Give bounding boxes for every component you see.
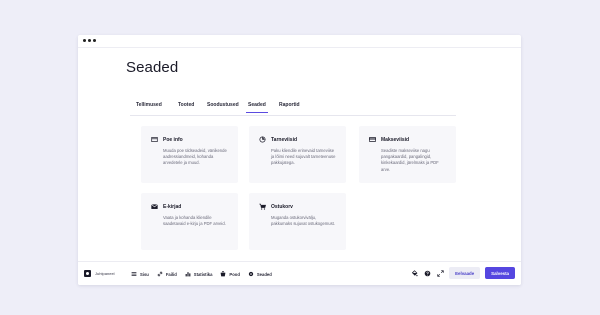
cart-icon (259, 203, 266, 210)
card-description: Paku kliendile erinevaid tarneviise ja l… (271, 148, 336, 166)
logo-icon (84, 270, 91, 277)
page-title: Seaded (126, 59, 179, 76)
nav-item-files[interactable]: Failid (157, 271, 177, 277)
settings-card-store-info[interactable]: Poe info Muuda poe üldseadeid, vänikende… (141, 126, 238, 183)
expand-icon (436, 269, 444, 277)
dashboard-label: Juhtpaneel (95, 271, 115, 276)
tab-tellimused[interactable]: Tellimused (136, 102, 162, 112)
card-description: Muganda ostukorvivälju, pakkumaks sujuva… (271, 215, 336, 227)
nav-label: Sisu (140, 271, 149, 277)
mail-icon (151, 204, 158, 209)
tab-soodustused[interactable]: Soodustused (207, 102, 239, 112)
nav-label: Statistika (193, 271, 213, 277)
preview-button[interactable]: Eelvaade (449, 267, 481, 279)
settings-card-payment[interactable]: Makseviisid Seadiste makseviise nagu pan… (359, 126, 456, 183)
tab-raportid[interactable]: Raportid (279, 102, 300, 112)
shop-icon (221, 271, 226, 277)
card-title: Poe info (163, 136, 183, 143)
card-title: Makseviisid (381, 136, 410, 143)
nav-item-statistics[interactable]: Statistika (185, 271, 213, 277)
title-bar (78, 35, 521, 48)
nav-label: Failid (165, 271, 177, 277)
bottom-toolbar: Juhtpaneel Sisu Failid Statistika Pood S… (78, 261, 521, 285)
card-title: Tarneviisid (271, 136, 298, 143)
card-title: E-kirjad (163, 203, 182, 210)
theme-button[interactable] (410, 269, 418, 277)
delivery-icon (259, 136, 266, 143)
settings-card-emails[interactable]: E-kirjad Vaata ja kohanda kliendile saad… (141, 193, 238, 250)
store-icon (151, 137, 158, 142)
card-description: Vaata ja kohanda kliendile saadetavaid e… (163, 215, 226, 227)
link-icon (157, 271, 163, 277)
expand-button[interactable] (436, 269, 444, 277)
nav-item-content[interactable]: Sisu (131, 271, 149, 277)
app-window: Seaded Tellimused Tooted Soodustused Sea… (78, 35, 521, 285)
window-menu-dots-icon[interactable] (83, 39, 96, 42)
card-title: Ostukorv (271, 203, 293, 210)
menu-icon (131, 272, 137, 276)
dashboard-link[interactable]: Juhtpaneel (84, 270, 115, 277)
bottom-nav: Sisu Failid Statistika Pood Seaded (131, 271, 272, 277)
gear-icon (248, 271, 254, 277)
nav-item-shop[interactable]: Pood (220, 271, 240, 277)
paint-bucket-icon (411, 269, 418, 276)
tab-bar: Tellimused Tooted Soodustused Seaded Rap… (130, 100, 456, 116)
tab-tooted[interactable]: Tooted (178, 102, 194, 112)
card-description: Muuda poe üldseadeid, vänikende aadressi… (163, 148, 227, 166)
settings-card-delivery[interactable]: Tarneviisid Paku kliendile erinevaid tar… (249, 126, 346, 183)
tab-seaded[interactable]: Seaded (246, 102, 268, 113)
nav-label: Pood (229, 271, 240, 277)
help-button[interactable] (423, 269, 431, 277)
nav-label: Seaded (256, 271, 272, 277)
toolbar-actions: Eelvaade Salvesta (410, 267, 515, 279)
nav-item-settings[interactable]: Seaded (248, 271, 272, 277)
settings-card-cart[interactable]: Ostukorv Muganda ostukorvivälju, pakkuma… (249, 193, 346, 250)
chart-icon (185, 272, 191, 277)
card-description: Seadiste makseviise nagu pangakaardid, p… (381, 148, 439, 172)
help-icon (424, 270, 430, 276)
credit-card-icon (369, 137, 376, 142)
save-button[interactable]: Salvesta (485, 267, 515, 279)
